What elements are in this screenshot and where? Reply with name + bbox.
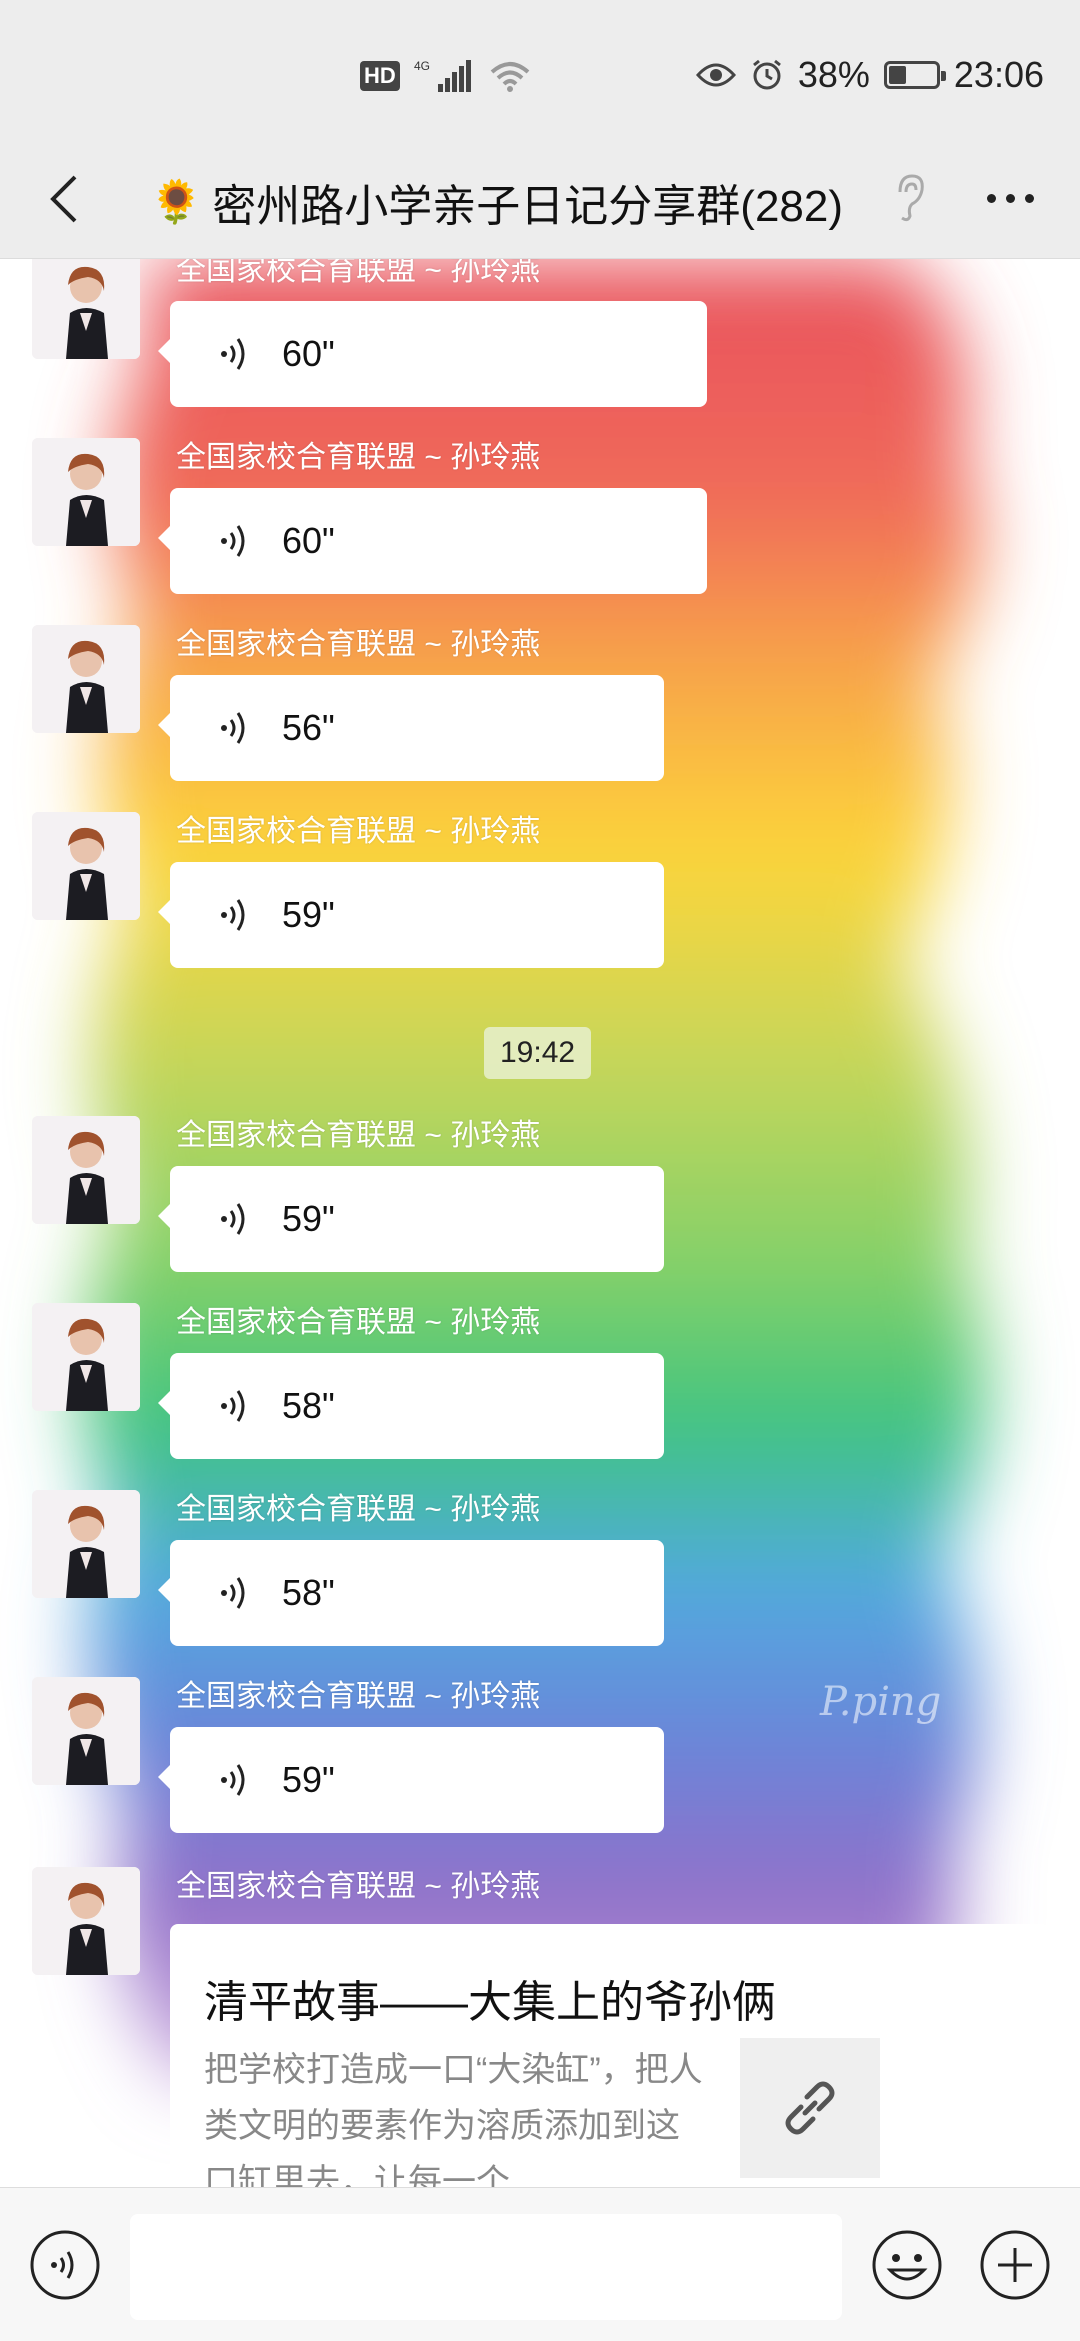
sender-name: 全国家校合育联盟 ~ 孙玲燕 (176, 815, 541, 848)
link-thumbnail (740, 2038, 880, 2178)
avatar-image (32, 625, 140, 733)
more-dot (1024, 193, 1034, 203)
sunflower-icon: 🌻 (150, 177, 203, 225)
sender-name: 全国家校合育联盟 ~ 孙玲燕 (176, 441, 541, 474)
avatar-image (32, 812, 140, 920)
sender-name: 全国家校合育联盟 ~ 孙玲燕 (176, 1870, 541, 1903)
more-dot (1005, 193, 1015, 203)
input-bar (0, 2187, 1080, 2341)
avatar-image (32, 1867, 140, 1975)
status-right: 38% 23:06 (695, 54, 1044, 96)
avatar[interactable] (32, 812, 140, 920)
signal-icon: 4G (414, 59, 471, 92)
battery-percent: 38% (797, 54, 870, 95)
avatar[interactable] (32, 1116, 140, 1224)
ear-icon (898, 174, 924, 222)
avatar-image (32, 1677, 140, 1785)
wifi-icon (490, 62, 530, 92)
chevron-left-icon (50, 175, 77, 223)
voice-duration: 60" (282, 333, 335, 374)
voice-bubble[interactable]: 59" (158, 1166, 664, 1272)
eye-icon (695, 63, 736, 87)
sender-name: 全国家校合育联盟 ~ 孙玲燕 (176, 1680, 541, 1713)
sender-name: 全国家校合育联盟 ~ 孙玲燕 (176, 628, 541, 661)
voice-duration: 56" (282, 707, 335, 748)
avatar[interactable] (32, 625, 140, 733)
voice-wave-icon (221, 525, 245, 557)
avatar[interactable] (32, 1867, 140, 1975)
voice-wave-icon (221, 1390, 245, 1422)
voice-wave-icon (221, 899, 245, 931)
voice-duration: 58" (282, 1572, 335, 1613)
voice-duration: 59" (282, 1198, 335, 1239)
avatar[interactable] (32, 1303, 140, 1411)
voice-bubble[interactable]: 59" (158, 1727, 664, 1833)
voice-bubble[interactable]: 58" (158, 1540, 664, 1646)
link-icon (785, 2081, 835, 2135)
voice-bubble[interactable]: 56" (158, 675, 664, 781)
avatar-image (32, 1490, 140, 1598)
chat-title: 🌻 密州路小学亲子日记分享群(282) (150, 170, 843, 234)
voice-wave-icon (221, 1764, 245, 1796)
plus-icon[interactable] (978, 2228, 1052, 2302)
time-separator: 19:42 (484, 1027, 592, 1079)
clock: 23:06 (953, 54, 1044, 95)
voice-toggle-icon[interactable] (28, 2228, 102, 2302)
voice-bubble[interactable]: 60" (158, 301, 707, 407)
sender-name: 全国家校合育联盟 ~ 孙玲燕 (176, 1119, 541, 1152)
status-bar: HD 4G 38% 23:06 (0, 0, 1080, 140)
chat-header: 🌻 密州路小学亲子日记分享群(282) (0, 140, 1080, 259)
voice-wave-icon (221, 712, 245, 744)
voice-wave-icon (221, 1203, 245, 1235)
voice-wave-icon (221, 338, 245, 370)
voice-bubble[interactable]: 58" (158, 1353, 664, 1459)
voice-duration: 59" (282, 894, 335, 935)
avatar-image (32, 259, 140, 359)
voice-bubble[interactable]: 59" (158, 862, 664, 968)
link-title: 清平故事——大集上的爷孙俩 (204, 1978, 776, 2027)
message-input[interactable] (130, 2214, 842, 2320)
voice-duration: 58" (282, 1385, 335, 1426)
sender-name: 全国家校合育联盟 ~ 孙玲燕 (176, 1493, 541, 1526)
link-description: 把学校打造成一口“大染缸”，把人类文明的要素作为溶质添加到这口缸里去，让每一个.… (204, 2051, 703, 2187)
hd-badge: HD (360, 61, 400, 91)
alarm-icon (752, 59, 781, 90)
sender-name: 全国家校合育联盟 ~ 孙玲燕 (176, 259, 541, 287)
battery-fill (888, 66, 906, 84)
voice-wave-icon (221, 1577, 245, 1609)
sender-name: 全国家校合育联盟 ~ 孙玲燕 (176, 1306, 541, 1339)
avatar[interactable] (32, 1490, 140, 1598)
watermark: P.ping (820, 1679, 942, 1725)
avatar[interactable] (32, 1677, 140, 1785)
voice-duration: 59" (282, 1759, 335, 1800)
avatar-image (32, 1116, 140, 1224)
avatar-image (32, 1303, 140, 1411)
battery-icon (883, 61, 946, 89)
smiley-icon[interactable] (870, 2228, 944, 2302)
avatar[interactable] (32, 259, 140, 359)
more-button[interactable] (970, 170, 1050, 226)
avatar[interactable] (32, 438, 140, 546)
voice-duration: 60" (282, 520, 335, 561)
more-dot (986, 193, 996, 203)
network-label: 4G (414, 59, 430, 73)
group-name: 密州路小学亲子日记分享群(282) (212, 182, 844, 231)
chat-area[interactable]: P.ping 全国家校合育联盟 ~ 孙玲燕 60" 全国家校合育联盟 ~ 孙玲燕 60… (0, 259, 1080, 2187)
back-button[interactable] (30, 164, 100, 234)
voice-bubble[interactable]: 60" (158, 488, 707, 594)
status-left: HD 4G (360, 58, 532, 94)
avatar-image (32, 438, 140, 546)
link-card[interactable]: 清平故事——大集上的爷孙俩 把学校打造成一口“大染缸”，把人类文明的要素作为溶质… (170, 1924, 1050, 2187)
